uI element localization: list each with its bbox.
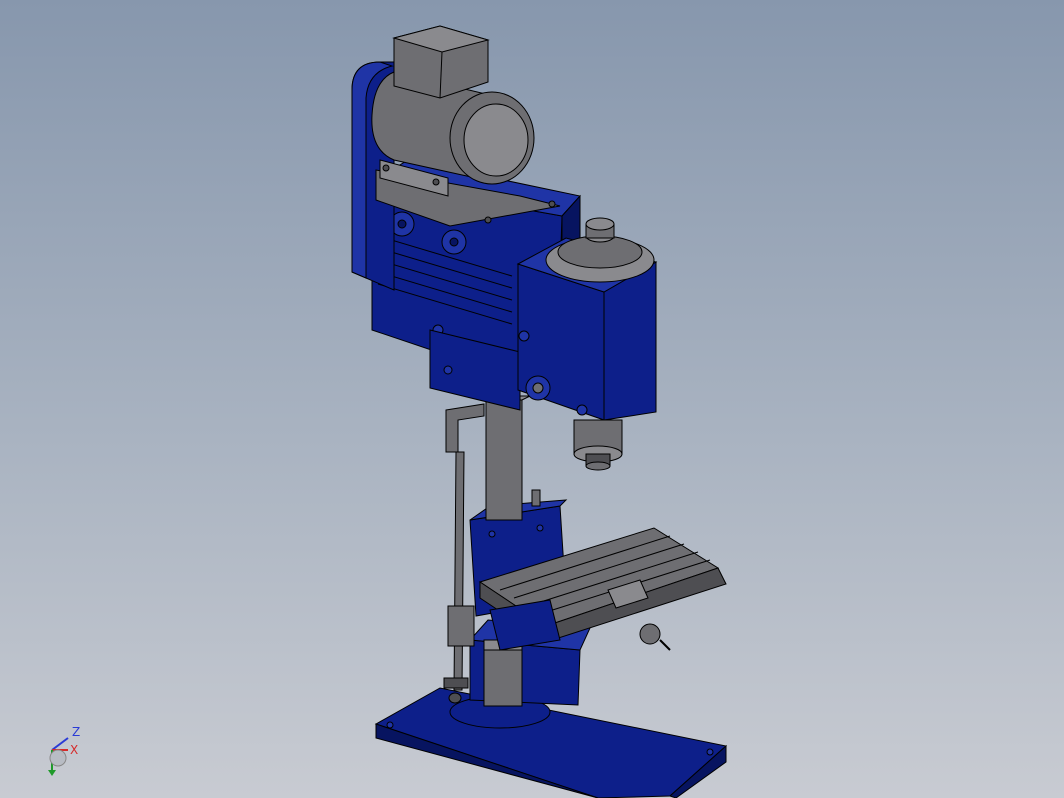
z-axis-icon [51,737,69,751]
main-column [485,395,531,521]
motor [371,25,535,185]
triad-origin-sphere [49,749,67,767]
spindle-nose [573,419,623,471]
z-axis-label: Z [72,725,80,739]
x-axis-label: X [70,743,78,757]
milling-machine-3d-model[interactable] [0,0,1064,798]
coordinate-triad: Z X [48,725,80,776]
base-plate [374,687,728,798]
cad-viewport[interactable]: Z X [0,0,1064,798]
